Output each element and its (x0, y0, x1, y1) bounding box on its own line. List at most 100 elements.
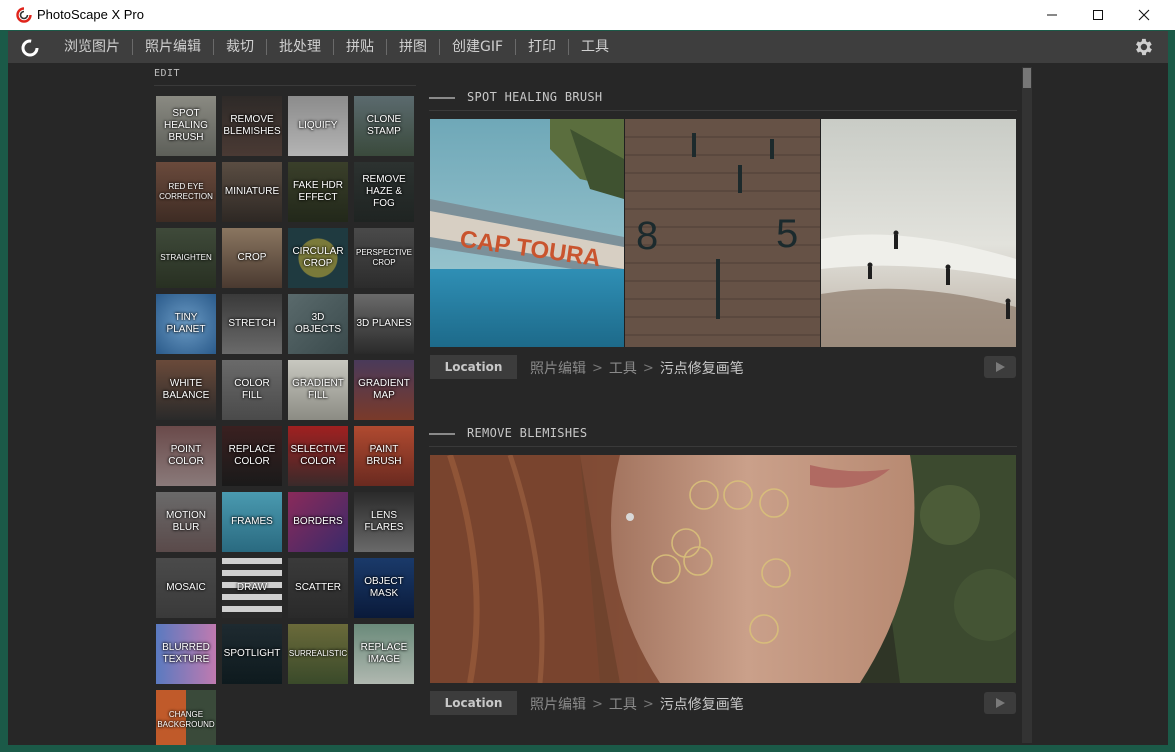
breadcrumb-item[interactable]: 污点修复画笔 (660, 694, 744, 714)
divider (429, 446, 1017, 447)
tool-tile-label: MOSAIC (166, 582, 206, 593)
tool-tile[interactable]: MOTION BLUR (156, 492, 216, 552)
window-title: PhotoScape X Pro (37, 7, 144, 22)
divider (154, 85, 416, 86)
tool-tile-label: REMOVE HAZE & FOG (362, 174, 406, 209)
tool-tile[interactable]: CROP (222, 228, 282, 288)
tool-tile[interactable]: 3D PLANES (354, 294, 414, 354)
tool-tile[interactable]: TINY PLANET (156, 294, 216, 354)
tool-tile-label: POINT COLOR (168, 444, 204, 467)
minimize-icon (1047, 14, 1057, 16)
minimize-button[interactable] (1029, 0, 1075, 30)
section-marker (429, 433, 455, 435)
tool-tile[interactable]: SPOTLIGHT (222, 624, 282, 684)
scrollbar-thumb[interactable] (1023, 68, 1031, 88)
location-button[interactable]: Location (430, 691, 517, 715)
tool-tile-label: DRAW (236, 582, 268, 593)
tool-tile[interactable]: LIQUIFY (288, 96, 348, 156)
scrollbar[interactable] (1022, 67, 1032, 743)
tool-tile-label: SPOT HEALING BRUSH (164, 108, 208, 143)
close-icon (1138, 9, 1150, 21)
chevron-right-icon: > (642, 696, 654, 712)
tool-tile[interactable]: RED EYE CORRECTION (156, 162, 216, 222)
tool-tile[interactable]: CIRCULAR CROP (288, 228, 348, 288)
menu-item[interactable]: 拼图 (387, 31, 439, 63)
menu-item[interactable]: 批处理 (267, 31, 333, 63)
tool-tile-label: GRADIENT FILL (292, 378, 344, 401)
tool-tile[interactable]: CLONE STAMP (354, 96, 414, 156)
tool-tile[interactable]: FAKE HDR EFFECT (288, 162, 348, 222)
menu-item[interactable]: 裁切 (214, 31, 266, 63)
breadcrumb-item[interactable]: 照片编辑 (530, 358, 586, 378)
breadcrumb-item[interactable]: 污点修复画笔 (660, 358, 744, 378)
tool-tile[interactable]: GRADIENT FILL (288, 360, 348, 420)
tool-tile-label: MINIATURE (224, 186, 280, 197)
tool-tile[interactable]: PAINT BRUSH (354, 426, 414, 486)
tool-tile[interactable]: 3D OBJECTS (288, 294, 348, 354)
play-video-button[interactable] (984, 692, 1016, 714)
photoscape-logo-icon[interactable] (20, 38, 40, 58)
play-icon (996, 698, 1005, 708)
location-button[interactable]: Location (430, 355, 517, 379)
tool-tile[interactable]: CHANGE BACKGROUND (156, 690, 216, 745)
title-bar: PhotoScape X Pro (0, 0, 1175, 30)
tool-tile[interactable]: REPLACE COLOR (222, 426, 282, 486)
tool-tile[interactable]: SPOT HEALING BRUSH (156, 96, 216, 156)
play-video-button[interactable] (984, 356, 1016, 378)
maximize-icon (1093, 10, 1103, 20)
menu-item[interactable]: 浏览图片 (52, 31, 132, 63)
menu-item[interactable]: 创建GIF (440, 31, 515, 63)
wall-number-5: 5 (776, 212, 798, 256)
tool-tile[interactable]: WHITE BALANCE (156, 360, 216, 420)
tool-tile[interactable]: COLOR FILL (222, 360, 282, 420)
tool-tile[interactable]: DRAW (222, 558, 282, 618)
breadcrumb-item[interactable]: 工具 (609, 694, 637, 714)
tool-tile-label: 3D PLANES (356, 318, 412, 329)
tool-tile-label: BORDERS (293, 516, 343, 527)
tool-tile[interactable]: FRAMES (222, 492, 282, 552)
section-title-spot-healing: SPOT HEALING BRUSH (467, 90, 603, 104)
tool-tile[interactable]: REMOVE HAZE & FOG (354, 162, 414, 222)
main-content: EDIT SPOT HEALING BRUSH REMOVE BLEMISHES L… (8, 63, 1168, 745)
breadcrumb-item[interactable]: 照片编辑 (530, 694, 586, 714)
tool-tile[interactable]: POINT COLOR (156, 426, 216, 486)
tool-tile[interactable]: BLURRED TEXTURE (156, 624, 216, 684)
breadcrumb-item[interactable]: 工具 (609, 358, 637, 378)
tool-tile-label: MOTION BLUR (166, 510, 206, 533)
tool-tile-label: CHANGE BACKGROUND (157, 710, 215, 729)
tool-tile-label: REMOVE BLEMISHES (223, 114, 281, 137)
tool-tile[interactable]: BORDERS (288, 492, 348, 552)
menu-item[interactable]: 拼贴 (334, 31, 386, 63)
tool-tile[interactable]: REPLACE IMAGE (354, 624, 414, 684)
tool-tile[interactable]: LENS FLARES (354, 492, 414, 552)
tool-tile[interactable]: MINIATURE (222, 162, 282, 222)
maximize-button[interactable] (1075, 0, 1121, 30)
tool-tile[interactable]: GRADIENT MAP (354, 360, 414, 420)
tool-tile-label: SPOTLIGHT (223, 648, 281, 659)
tool-tile-label: GRADIENT MAP (358, 378, 410, 401)
tool-tile-label: BLURRED TEXTURE (162, 642, 210, 665)
tool-tile[interactable]: STRETCH (222, 294, 282, 354)
tool-tile[interactable]: REMOVE BLEMISHES (222, 96, 282, 156)
tool-tile[interactable]: SCATTER (288, 558, 348, 618)
tool-tile-label: LIQUIFY (298, 120, 338, 131)
tool-tile-label: COLOR FILL (234, 378, 270, 401)
tool-tile[interactable]: OBJECT MASK (354, 558, 414, 618)
tool-tile-label: REPLACE IMAGE (360, 642, 408, 665)
menu-item[interactable]: 照片编辑 (133, 31, 213, 63)
tool-tile[interactable]: STRAIGHTEN (156, 228, 216, 288)
menu-item[interactable]: 打印 (516, 31, 568, 63)
chevron-right-icon: > (592, 360, 603, 376)
tool-tile-label: REPLACE COLOR (228, 444, 276, 467)
tool-tile-label: RED EYE CORRECTION (159, 182, 213, 201)
close-button[interactable] (1121, 0, 1167, 30)
menu-item[interactable]: 工具 (569, 31, 621, 63)
gear-icon[interactable] (1132, 36, 1154, 58)
tool-tile[interactable]: MOSAIC (156, 558, 216, 618)
tool-tile[interactable]: PERSPECTIVE CROP (354, 228, 414, 288)
tool-tile[interactable]: SELECTIVE COLOR (288, 426, 348, 486)
tool-tile[interactable]: SURREALISTIC (288, 624, 348, 684)
tool-tile-label: CROP (237, 252, 267, 263)
menu-bar: 浏览图片 照片编辑 裁切 批处理 拼贴 拼图 创建GIF 打印 工具 (8, 31, 1168, 63)
tool-tile-label: WHITE BALANCE (162, 378, 210, 401)
